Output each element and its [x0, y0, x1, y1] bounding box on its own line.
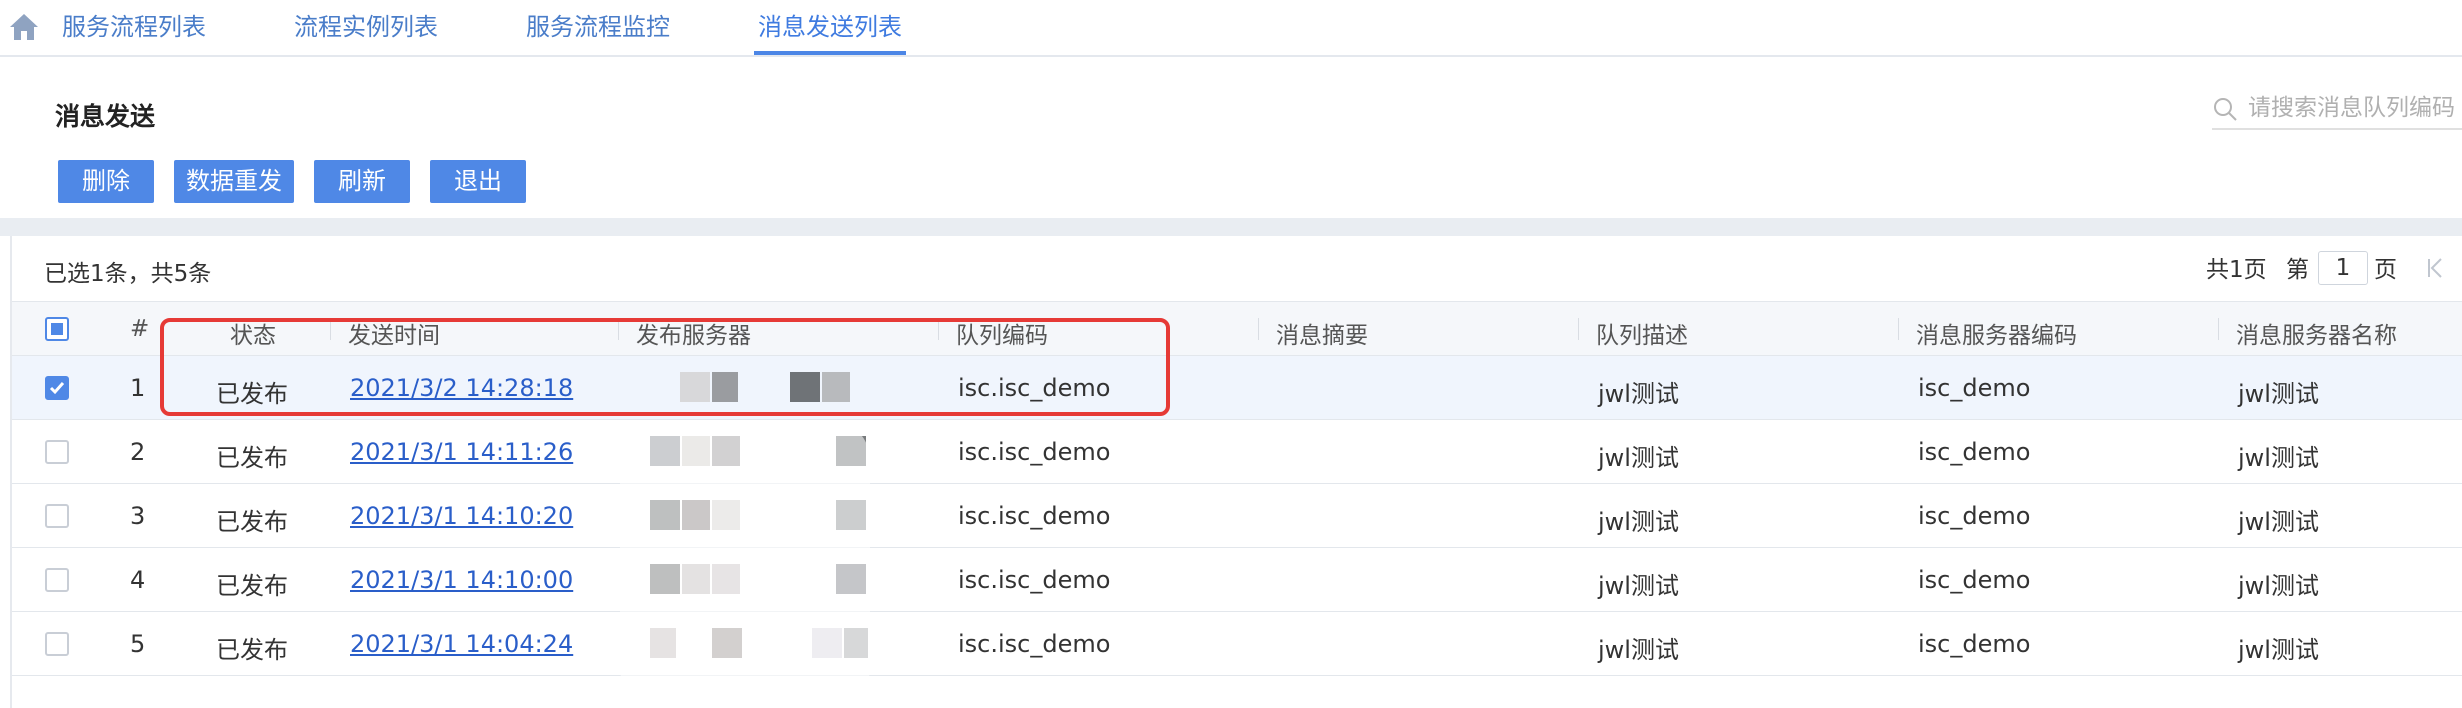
divider-band — [0, 218, 2462, 236]
row-send-time-link[interactable]: 2021/3/1 14:04:24 — [350, 630, 573, 658]
table-row[interactable]: 1 已发布 2021/3/2 14:28:18 isc.isc_demo jwl… — [12, 356, 2462, 420]
search-box — [2212, 88, 2462, 130]
table-row[interactable]: 4 已发布 2021/3/1 14:10:00 isc.isc_demo jwl… — [12, 548, 2462, 612]
row-message-server-name: jwl测试 — [2238, 636, 2319, 664]
column-header-send-time[interactable]: 发送时间 — [348, 316, 440, 350]
row-message-server-code: isc_demo — [1918, 566, 2031, 594]
page-title: 消息发送 — [55, 102, 156, 131]
home-icon[interactable] — [8, 12, 40, 42]
delete-button[interactable]: 删除 — [58, 160, 154, 203]
row-index: 1 — [130, 374, 146, 402]
row-send-time-link[interactable]: 2021/3/1 14:11:26 — [350, 438, 573, 466]
page-number-input[interactable] — [2318, 251, 2368, 285]
row-queue-description: jwl测试 — [1598, 380, 1679, 408]
row-status: 已发布 — [216, 444, 288, 472]
row-queue-code: isc.isc_demo — [958, 566, 1111, 594]
selection-summary: 已选1条，共5条 — [44, 261, 212, 287]
row-send-time-link[interactable]: 2021/3/2 14:28:18 — [350, 374, 573, 402]
tab-message-send-list[interactable]: 消息发送列表 — [754, 0, 906, 55]
row-queue-code: isc.isc_demo — [958, 502, 1111, 530]
column-divider — [330, 318, 331, 340]
row-message-server-name: jwl测试 — [2238, 572, 2319, 600]
pager-suffix: 页 — [2374, 257, 2397, 283]
column-header-queue-description[interactable]: 队列描述 — [1596, 316, 1688, 350]
column-divider — [1578, 318, 1579, 340]
column-header-message-server-code[interactable]: 消息服务器编码 — [1916, 316, 2077, 350]
row-index: 3 — [130, 502, 146, 530]
column-header-queue-code[interactable]: 队列编码 — [956, 316, 1048, 350]
row-send-time-link[interactable]: 2021/3/1 14:10:00 — [350, 566, 573, 594]
row-message-server-code: isc_demo — [1918, 374, 2031, 402]
row-checkbox[interactable] — [45, 440, 69, 464]
resend-data-button[interactable]: 数据重发 — [174, 160, 294, 203]
row-queue-description: jwl测试 — [1598, 636, 1679, 664]
table-header: # 状态 发送时间 发布服务器 队列编码 消息摘要 队列描述 消息服务器编码 消… — [12, 301, 2462, 356]
row-queue-code: isc.isc_demo — [958, 438, 1111, 466]
search-icon — [2214, 98, 2237, 121]
row-queue-code: isc.isc_demo — [958, 374, 1111, 402]
column-divider — [1258, 318, 1259, 340]
row-checkbox[interactable] — [45, 376, 69, 400]
first-page-icon[interactable] — [2424, 256, 2448, 280]
column-divider — [938, 318, 939, 340]
column-header-status[interactable]: 状态 — [230, 316, 276, 350]
row-message-server-code: isc_demo — [1918, 438, 2031, 466]
top-tab-bar: 服务流程列表 流程实例列表 服务流程监控 消息发送列表 — [0, 0, 2462, 57]
row-queue-description: jwl测试 — [1598, 444, 1679, 472]
masked-publish-server — [640, 564, 870, 596]
row-index: 5 — [130, 630, 146, 658]
exit-button[interactable]: 退出 — [430, 160, 526, 203]
column-header-message-summary[interactable]: 消息摘要 — [1276, 316, 1368, 350]
search-input[interactable] — [2248, 90, 2462, 126]
tab-service-flow-list[interactable]: 服务流程列表 — [62, 0, 206, 55]
column-divider — [1898, 318, 1899, 340]
masked-publish-server — [640, 628, 870, 660]
refresh-button[interactable]: 刷新 — [314, 160, 410, 203]
masked-publish-server — [640, 436, 870, 468]
table-row[interactable]: 5 已发布 2021/3/1 14:04:24 isc.isc_demo jwl… — [12, 612, 2462, 676]
select-all-checkbox[interactable] — [45, 317, 69, 341]
pager-prefix: 第 — [2286, 257, 2309, 283]
pager-total: 共1页 — [2206, 257, 2267, 283]
row-status: 已发布 — [216, 380, 288, 408]
table-row[interactable]: 3 已发布 2021/3/1 14:10:20 isc.isc_demo jwl… — [12, 484, 2462, 548]
column-header-index: # — [130, 316, 150, 342]
masked-publish-server — [640, 372, 870, 404]
row-checkbox[interactable] — [45, 504, 69, 528]
row-message-server-name: jwl测试 — [2238, 380, 2319, 408]
row-send-time-link[interactable]: 2021/3/1 14:10:20 — [350, 502, 573, 530]
row-status: 已发布 — [216, 572, 288, 600]
row-checkbox[interactable] — [45, 568, 69, 592]
tab-flow-instance-list[interactable]: 流程实例列表 — [294, 0, 438, 55]
row-queue-description: jwl测试 — [1598, 572, 1679, 600]
column-divider — [2218, 318, 2219, 340]
column-header-message-server-name[interactable]: 消息服务器名称 — [2236, 316, 2397, 350]
row-index: 2 — [130, 438, 146, 466]
row-status: 已发布 — [216, 636, 288, 664]
masked-publish-server — [640, 500, 870, 532]
row-queue-description: jwl测试 — [1598, 508, 1679, 536]
row-message-server-code: isc_demo — [1918, 630, 2031, 658]
row-message-server-code: isc_demo — [1918, 502, 2031, 530]
column-divider — [618, 318, 619, 340]
row-index: 4 — [130, 566, 146, 594]
column-header-publish-server[interactable]: 发布服务器 — [636, 316, 751, 350]
tab-service-flow-monitor[interactable]: 服务流程监控 — [526, 0, 670, 55]
table-row[interactable]: 2 已发布 2021/3/1 14:11:26 isc.isc_demo jwl… — [12, 420, 2462, 484]
row-queue-code: isc.isc_demo — [958, 630, 1111, 658]
row-checkbox[interactable] — [45, 632, 69, 656]
check-icon — [49, 382, 65, 395]
row-message-server-name: jwl测试 — [2238, 444, 2319, 472]
row-status: 已发布 — [216, 508, 288, 536]
row-message-server-name: jwl测试 — [2238, 508, 2319, 536]
